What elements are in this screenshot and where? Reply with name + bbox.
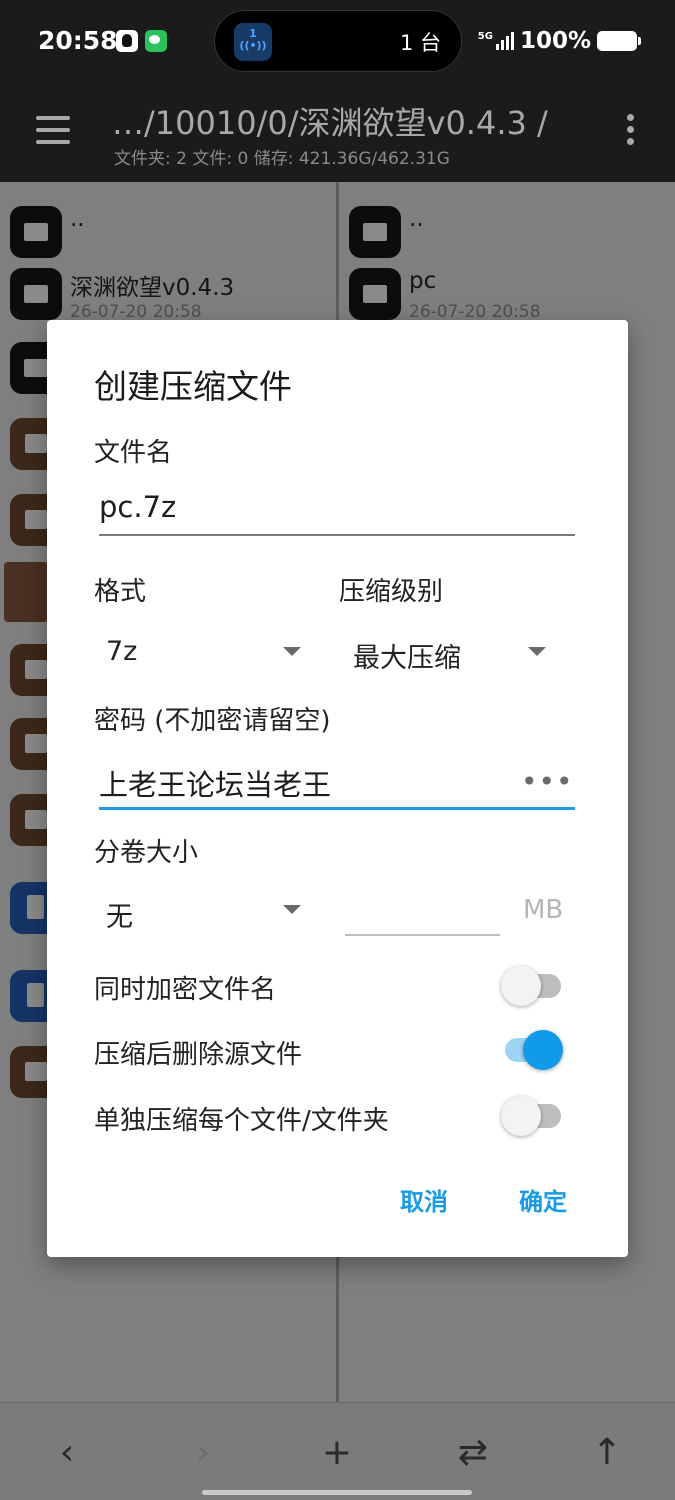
delete-source-toggle[interactable] — [501, 1030, 563, 1070]
current-path[interactable]: …/10010/0/深渊欲望v0.4.3 / — [112, 98, 548, 144]
hotspot-icon: 1 ((•)) — [234, 23, 272, 61]
delete-source-label: 压缩后删除源文件 — [94, 1040, 303, 1070]
more-options-icon[interactable] — [627, 114, 635, 150]
status-bar: 20:58 1 ((•)) 1 台 5G 100% — [0, 0, 675, 84]
compression-level-value: 最大压缩 — [353, 643, 461, 674]
status-indicators: 5G 100% — [477, 28, 641, 54]
filename-label: 文件名 — [94, 438, 173, 468]
encrypt-filenames-toggle[interactable] — [501, 966, 563, 1006]
compress-separately-label: 单独压缩每个文件/文件夹 — [94, 1106, 389, 1136]
file-name: 深渊欲望v0.4.3 — [70, 275, 235, 301]
bottom-nav: ‹ › + ⇄ ↑ — [0, 1402, 675, 1500]
filename-input[interactable]: pc.7z — [99, 490, 176, 524]
format-label: 格式 — [94, 577, 147, 607]
file-name: .. — [409, 206, 424, 232]
password-underline — [99, 807, 575, 810]
parent-directory-button[interactable]: ↑ — [582, 1431, 632, 1475]
forward-button[interactable]: › — [178, 1431, 228, 1475]
encrypt-filenames-label: 同时加密文件名 — [94, 975, 277, 1005]
folder-icon — [349, 206, 401, 258]
volume-size-label: 分卷大小 — [94, 838, 199, 868]
signal-icon — [495, 32, 514, 50]
file-date: 26-07-20 20:58 — [70, 302, 202, 322]
app-toolbar: …/10010/0/深渊欲望v0.4.3 / 文件夹: 2 文件: 0 储存: … — [0, 84, 675, 182]
folder-icon — [349, 268, 401, 320]
battery-icon — [597, 31, 641, 51]
file-name: pc — [409, 268, 437, 294]
cancel-button[interactable]: 取消 — [400, 1182, 448, 1217]
connected-devices-text: 1 台 — [399, 31, 441, 55]
ok-button[interactable]: 确定 — [519, 1182, 567, 1217]
volume-unit: MB — [523, 895, 564, 925]
create-archive-dialog: 创建压缩文件 文件名 pc.7z 格式 压缩级别 7z 最大压缩 密码 (不加密… — [47, 320, 628, 1257]
storage-summary: 文件夹: 2 文件: 0 储存: 421.36G/462.31G — [114, 149, 450, 169]
file-date: 26-07-20 20:58 — [409, 302, 541, 322]
list-item[interactable]: .. — [339, 194, 675, 270]
wechat-icon — [145, 30, 167, 52]
filename-underline — [99, 534, 575, 536]
hotspot-count: 1 — [249, 27, 257, 40]
volume-size-underline — [345, 934, 500, 936]
compress-separately-toggle[interactable] — [501, 1096, 563, 1136]
format-value: 7z — [106, 636, 138, 667]
dynamic-island[interactable]: 1 ((•)) 1 台 — [214, 10, 462, 72]
chevron-down-icon — [283, 647, 301, 656]
compression-level-label: 压缩级别 — [339, 577, 444, 607]
chevron-down-icon — [528, 647, 546, 656]
volume-size-input[interactable] — [345, 895, 500, 935]
swap-panes-button[interactable]: ⇄ — [448, 1431, 498, 1475]
volume-size-value: 无 — [106, 902, 133, 933]
password-visibility-icon[interactable]: ••• — [521, 768, 574, 796]
qq-icon — [116, 30, 138, 52]
home-indicator[interactable] — [202, 1490, 472, 1495]
list-item[interactable]: .. — [0, 194, 336, 270]
add-button[interactable]: + — [312, 1431, 362, 1475]
password-label: 密码 (不加密请留空) — [94, 706, 331, 736]
battery-percent: 100% — [519, 28, 591, 54]
status-time: 20:58 — [38, 26, 118, 55]
image-thumbnail-icon — [4, 562, 48, 622]
folder-icon — [10, 268, 62, 320]
network-type: 5G — [477, 30, 493, 42]
chevron-down-icon — [283, 905, 301, 914]
dialog-title: 创建压缩文件 — [94, 367, 292, 406]
file-name: .. — [70, 206, 85, 232]
folder-icon — [10, 206, 62, 258]
password-input[interactable]: 上老王论坛当老王 — [99, 762, 331, 804]
back-button[interactable]: ‹ — [42, 1431, 92, 1475]
menu-icon[interactable] — [36, 116, 70, 144]
